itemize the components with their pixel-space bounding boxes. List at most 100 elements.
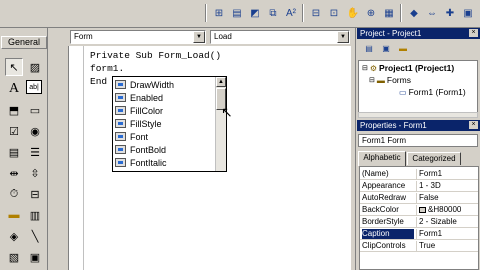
- property-row[interactable]: ClipControls True: [360, 241, 478, 252]
- file-list-tool-icon[interactable]: ▥: [26, 206, 44, 224]
- command-button-tool-icon[interactable]: ▭: [26, 101, 44, 119]
- property-name: ClipControls: [362, 241, 406, 250]
- folder-icon: ▬: [376, 75, 385, 85]
- close-icon[interactable]: ×: [469, 29, 478, 37]
- property-object-select[interactable]: Form1 Form: [358, 134, 478, 147]
- property-name: BorderStyle: [362, 217, 404, 226]
- list-item[interactable]: FillColor: [115, 104, 215, 117]
- collapse-icon[interactable]: ⊟: [362, 64, 368, 72]
- hscroll-tool-icon[interactable]: ⇹: [5, 164, 23, 182]
- list-item[interactable]: FontItalic: [115, 156, 215, 169]
- property-row[interactable]: AutoRedraw False: [360, 193, 478, 204]
- list-item[interactable]: FillStyle: [115, 117, 215, 130]
- property-name: (Name): [362, 169, 389, 178]
- align-icon[interactable]: ⊟: [308, 5, 324, 21]
- option-button-tool-icon[interactable]: ◉: [26, 122, 44, 140]
- dir-list-tool-icon[interactable]: ▬: [5, 206, 23, 224]
- toolbox-icon[interactable]: ⊞: [211, 5, 227, 21]
- project-explorer-title: Project - Project1: [360, 29, 422, 38]
- autocomplete-scrollbar[interactable]: ▲: [215, 77, 226, 171]
- tab-categorized[interactable]: Categorized: [407, 152, 461, 165]
- checkbox-tool-icon[interactable]: ☑: [5, 122, 23, 140]
- grid-icon[interactable]: ▣: [460, 5, 476, 21]
- scroll-up-icon[interactable]: ▲: [216, 77, 226, 87]
- property-grid[interactable]: (Name) Form1 Appearance 1 - 3D AutoRedra…: [359, 166, 479, 270]
- list-item-label: FontBold: [130, 144, 167, 155]
- list-item-label: FontItalic: [130, 157, 167, 168]
- color-swatch: [419, 206, 426, 213]
- procedure-combo[interactable]: Load ▼: [210, 30, 350, 44]
- project-tree-scrollbar[interactable]: [358, 112, 478, 118]
- project-icon: ⚙: [369, 63, 378, 73]
- tab-alphabetic[interactable]: Alphabetic: [358, 151, 406, 166]
- properties-icon[interactable]: ▤: [229, 5, 245, 21]
- tree-node-project[interactable]: ⊟ ⚙ Project1 (Project1): [362, 63, 454, 73]
- pointer-tool-icon[interactable]: ↖: [5, 58, 23, 76]
- code-combo-bar: Form ▼ Load ▼: [68, 28, 350, 46]
- property-row[interactable]: Appearance 1 - 3D: [360, 181, 478, 192]
- view-object-icon[interactable]: ▣: [379, 42, 393, 54]
- mouse-cursor-icon: ↖: [221, 104, 233, 120]
- list-item[interactable]: Font: [115, 130, 215, 143]
- view-code-icon[interactable]: ▤: [362, 42, 376, 54]
- code-margin: [70, 46, 84, 270]
- textbox-tool-icon[interactable]: ab|: [26, 80, 42, 94]
- list-item[interactable]: FontBold: [115, 143, 215, 156]
- anchor-icon[interactable]: ⇔: [424, 5, 440, 21]
- code-line[interactable]: Private Sub Form_Load(): [90, 50, 221, 61]
- timer-tool-icon[interactable]: ⏱: [5, 185, 23, 203]
- tree-node-forms[interactable]: ⊟ ▬ Forms: [369, 75, 411, 85]
- image-tool-icon[interactable]: ▧: [5, 248, 23, 266]
- property-row[interactable]: BackColor &H80000: [360, 205, 478, 216]
- hand-icon[interactable]: ✋: [345, 5, 361, 21]
- shape-tool-icon[interactable]: ◈: [5, 227, 23, 245]
- collapse-icon[interactable]: ⊟: [369, 76, 375, 84]
- list-item[interactable]: Enabled: [115, 91, 215, 104]
- zoom-icon[interactable]: ✚: [442, 5, 458, 21]
- property-value[interactable]: 1 - 3D: [416, 181, 478, 191]
- lock-icon[interactable]: ⊕: [363, 5, 379, 21]
- object-combo-value: Form: [74, 32, 93, 41]
- drive-list-tool-icon[interactable]: ⊟: [26, 185, 44, 203]
- property-icon: [115, 119, 126, 128]
- property-value-color[interactable]: &H80000: [416, 205, 478, 215]
- list-item[interactable]: DrawWidth: [115, 78, 215, 91]
- order-icon[interactable]: ▦: [381, 5, 397, 21]
- property-value[interactable]: 2 - Sizable: [416, 217, 478, 227]
- object-combo[interactable]: Form ▼: [70, 30, 206, 44]
- line-tool-icon[interactable]: ╲: [26, 227, 44, 245]
- procedure-combo-value: Load: [214, 32, 232, 41]
- align-center-icon[interactable]: ⊡: [326, 5, 342, 21]
- project-tree[interactable]: ⊟ ⚙ Project1 (Project1) ⊟ ▬ Forms ▭ Form…: [358, 60, 478, 115]
- paint-icon[interactable]: ◩: [247, 5, 263, 21]
- property-value[interactable]: True: [416, 241, 478, 251]
- property-value[interactable]: Form1: [416, 169, 478, 179]
- autocomplete-list[interactable]: DrawWidth Enabled FillColor FillStyle Fo…: [112, 76, 227, 172]
- bring-front-icon[interactable]: ⧉: [265, 5, 281, 21]
- toggle-folders-icon[interactable]: ▬: [396, 42, 410, 54]
- property-value[interactable]: Form1: [416, 229, 478, 239]
- property-row[interactable]: (Name) Form1: [360, 169, 478, 180]
- property-value[interactable]: False: [416, 193, 478, 203]
- frame-tool-icon[interactable]: ⬒: [5, 101, 23, 119]
- chevron-down-icon[interactable]: ▼: [337, 31, 349, 43]
- list-item-label: Enabled: [130, 92, 164, 103]
- font-icon[interactable]: A²: [283, 5, 299, 21]
- listbox-tool-icon[interactable]: ☰: [26, 143, 44, 161]
- property-row[interactable]: BorderStyle 2 - Sizable: [360, 217, 478, 228]
- properties-titlebar: Properties - Form1 ×: [357, 120, 480, 131]
- picture-tool-icon[interactable]: ▨: [26, 58, 44, 76]
- combobox-tool-icon[interactable]: ▤: [5, 143, 23, 161]
- chevron-down-icon[interactable]: ▼: [193, 31, 205, 43]
- property-name: Appearance: [362, 181, 406, 190]
- tree-node-form1[interactable]: ▭ Form1 (Form1): [399, 87, 466, 97]
- close-icon[interactable]: ×: [469, 121, 478, 129]
- data-tool-icon[interactable]: ▣: [26, 248, 44, 266]
- code-line[interactable]: End: [90, 76, 107, 87]
- vscroll-tool-icon[interactable]: ⇳: [26, 164, 44, 182]
- property-row-selected[interactable]: Caption Form1: [360, 229, 478, 240]
- label-tool-icon[interactable]: A: [5, 80, 23, 98]
- property-object-value: Form1 Form: [362, 136, 406, 145]
- code-line[interactable]: form1.: [90, 63, 124, 74]
- dock-icon[interactable]: ◆: [406, 5, 422, 21]
